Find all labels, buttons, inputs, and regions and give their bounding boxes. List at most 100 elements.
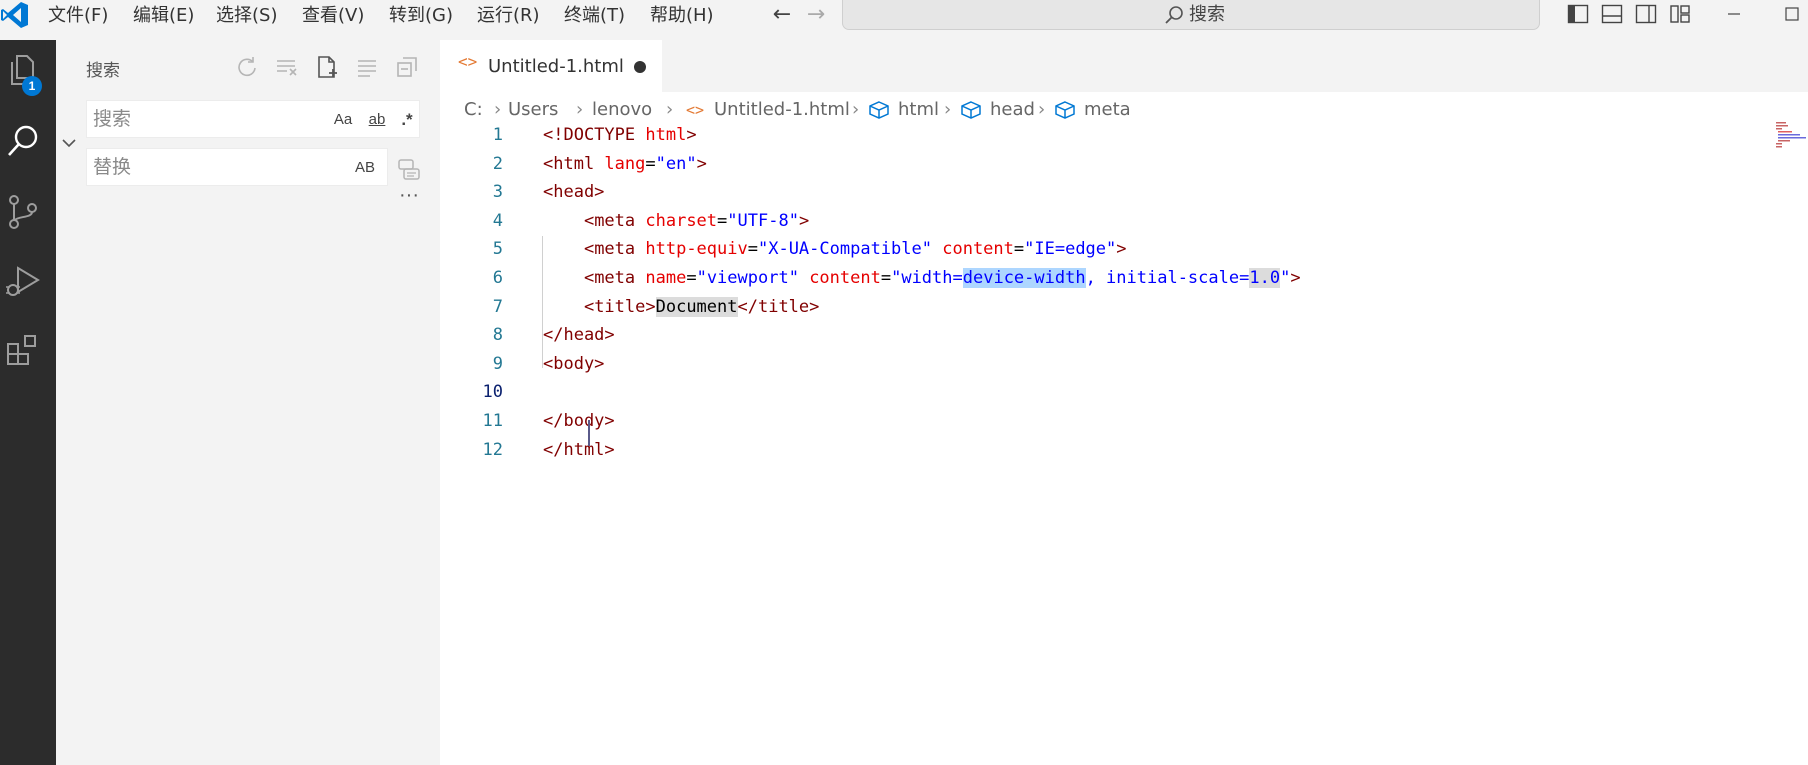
tab-label: Untitled-1.html — [488, 56, 624, 77]
chevron-right-icon: › — [576, 99, 584, 120]
breadcrumb-meta[interactable]: meta — [1084, 96, 1131, 124]
line-number: 6 — [492, 268, 503, 288]
collapse-all-icon[interactable] — [394, 54, 420, 80]
code-text: <html lang="en"> — [543, 153, 707, 174]
search-sidebar: 搜索 Aa ab .* AB ··· — [56, 40, 440, 765]
replace-all-icon[interactable] — [396, 156, 422, 182]
search-box: Aa ab .* — [86, 100, 420, 138]
code-text: <head> — [543, 182, 605, 203]
line-number: 8 — [492, 325, 503, 346]
back-arrow-icon[interactable]: ← — [768, 2, 796, 28]
menu-terminal[interactable]: 终端(T) — [562, 3, 627, 29]
code-text: </html> — [543, 439, 615, 460]
search-icon — [8, 125, 38, 156]
code-line: 6 <meta name="viewport" content="width=d… — [440, 264, 1808, 292]
menu-go[interactable]: 转到(G) — [387, 3, 455, 29]
breadcrumb-html[interactable]: html — [898, 96, 939, 124]
html-file-icon: <> — [686, 101, 705, 119]
activity-extensions[interactable] — [0, 322, 56, 382]
line-number: 7 — [492, 296, 503, 317]
editor-area: <> Untitled-1.html C: › Users › lenovo ›… — [440, 40, 1808, 765]
refresh-icon[interactable] — [234, 54, 260, 80]
symbol-field-icon — [1055, 101, 1075, 119]
match-case-toggle[interactable]: Aa — [329, 109, 357, 131]
more-actions-icon[interactable]: ··· — [394, 185, 424, 210]
command-center-label: 搜索 — [1189, 4, 1225, 25]
use-regex-toggle[interactable]: .* — [393, 109, 421, 131]
line-number: 4 — [492, 210, 503, 231]
activity-bar: 1 — [0, 40, 56, 765]
code-line: 1 <!DOCTYPE html> — [440, 121, 1808, 149]
symbol-field-icon — [961, 101, 981, 119]
explorer-badge: 1 — [22, 76, 42, 96]
breadcrumb-drive[interactable]: C: — [464, 96, 483, 124]
code-text: </head> — [543, 325, 615, 346]
chevron-right-icon: › — [1038, 99, 1046, 120]
code-line: 4 <meta charset="UTF-8"> — [440, 207, 1808, 235]
code-line: 2 <html lang="en"> — [440, 150, 1808, 178]
breadcrumb-lenovo[interactable]: lenovo — [592, 96, 652, 124]
code-line: 5 <meta http-equiv="X-UA-Compatible" con… — [440, 235, 1808, 263]
forward-arrow-icon[interactable]: → — [802, 2, 830, 28]
menu-view[interactable]: 查看(V) — [300, 3, 366, 29]
tab-bar: <> Untitled-1.html — [440, 40, 1808, 92]
menu-run[interactable]: 运行(R) — [475, 3, 542, 29]
code-text: <!DOCTYPE html> — [543, 125, 697, 145]
chevron-right-icon: › — [944, 99, 952, 120]
line-number: 3 — [492, 182, 503, 203]
symbol-field-icon — [869, 101, 889, 119]
extensions-icon — [7, 335, 36, 365]
replace-box: AB — [86, 148, 388, 186]
title-bar: 文件(F) 编辑(E) 选择(S) 查看(V) 转到(G) 运行(R) 终端(T… — [0, 0, 1808, 40]
code-line: 12 </html> — [440, 436, 1808, 464]
line-number: 11 — [482, 411, 503, 431]
menu-file[interactable]: 文件(F) — [46, 3, 110, 29]
menu-edit[interactable]: 编辑(E) — [131, 3, 196, 29]
run-debug-icon — [6, 266, 40, 296]
clear-results-icon[interactable] — [274, 54, 300, 80]
minimize-icon[interactable] — [1722, 2, 1746, 26]
chevron-right-icon: › — [494, 99, 502, 120]
activity-run-debug[interactable] — [0, 252, 56, 312]
command-center-search[interactable]: 搜索 — [842, 0, 1540, 30]
breadcrumb-head[interactable]: head — [990, 96, 1035, 124]
view-as-tree-icon[interactable] — [354, 54, 380, 80]
code-line: 11 </body> — [440, 407, 1808, 435]
breadcrumb-users[interactable]: Users — [508, 96, 558, 124]
chevron-down-icon[interactable] — [60, 134, 78, 152]
activity-source-control[interactable] — [0, 182, 56, 242]
activity-search[interactable] — [0, 112, 56, 172]
code-text: <meta charset="UTF-8"> — [583, 210, 810, 231]
activity-explorer[interactable]: 1 — [0, 40, 56, 100]
code-text: <meta name="viewport" content="width=dev… — [583, 268, 1301, 288]
toggle-primary-sidebar-icon[interactable] — [1566, 2, 1590, 26]
line-number: 10 — [482, 382, 503, 403]
line-number: 9 — [492, 353, 503, 374]
tab-untitled-1[interactable]: <> Untitled-1.html — [440, 40, 662, 92]
new-search-editor-icon[interactable] — [314, 54, 340, 80]
search-icon — [1165, 6, 1183, 24]
source-control-icon — [9, 195, 37, 229]
menu-selection[interactable]: 选择(S) — [214, 3, 279, 29]
preserve-case-toggle[interactable]: AB — [351, 157, 379, 179]
match-whole-word-toggle[interactable]: ab — [363, 109, 391, 131]
maximize-icon[interactable] — [1780, 2, 1804, 26]
customize-layout-icon[interactable] — [1668, 2, 1692, 26]
menu-help[interactable]: 帮助(H) — [648, 3, 716, 29]
unsaved-dot-icon[interactable] — [634, 61, 646, 73]
code-line: 3 <head> — [440, 178, 1808, 206]
replace-input[interactable] — [93, 149, 313, 185]
code-text: <body> — [543, 353, 605, 374]
search-input[interactable] — [93, 101, 313, 137]
toggle-panel-icon[interactable] — [1600, 2, 1624, 26]
text-cursor — [588, 420, 590, 446]
toggle-secondary-sidebar-icon[interactable] — [1634, 2, 1658, 26]
chevron-right-icon: › — [852, 99, 860, 120]
code-line-active: 10 — [440, 378, 1808, 406]
code-text: </body> — [543, 411, 615, 431]
chevron-right-icon: › — [666, 99, 674, 120]
minimap[interactable] — [1774, 120, 1806, 150]
breadcrumb-file[interactable]: Untitled-1.html — [714, 96, 850, 124]
code-text: <title>Document</title> — [583, 296, 820, 317]
